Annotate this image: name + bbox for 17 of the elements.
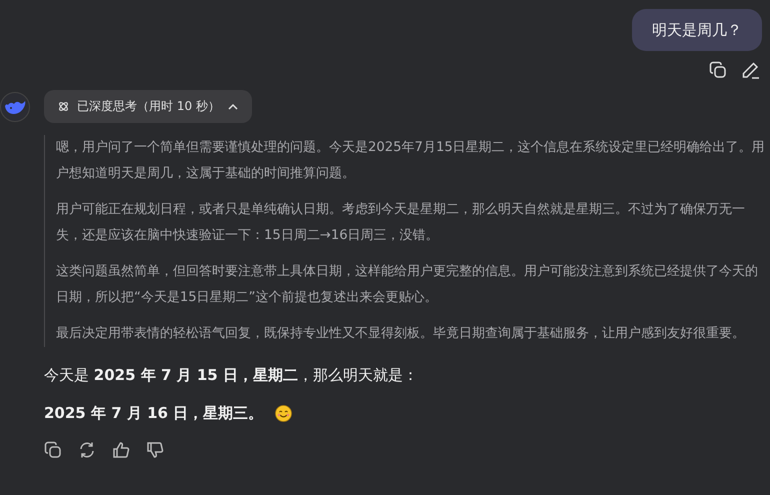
answer-text: 今天是 2025 年 7 月 15 日，星期二，那么明天就是： [44, 365, 419, 386]
thought-paragraph: 嗯，用户问了一个简单但需要谨慎处理的问题。今天是2025年7月15日星期二，这个信息在系统设定里已经明确给出了。用户想知道明天是周几，这属于基础的时间推算问题。 [56, 139, 766, 183]
edit-icon[interactable] [741, 61, 760, 80]
smiley-icon [275, 404, 292, 422]
caret-icon [228, 103, 238, 110]
thought-paragraph: 这类问题虽然简单，但回答时要注意带上具体日期，这样能给用户更完整的信息。用户可能没注意到系统已经提供了今天的日期，所以把“今天是15日星期二”这个前提也复述出来会更贴心。 [56, 263, 759, 307]
thumbs-down-icon[interactable] [146, 441, 164, 459]
answer-text: 2025 年 7 月 16 日，星期三。 [44, 403, 264, 424]
thumbs-up-icon[interactable] [112, 441, 130, 459]
thought-paragraph: 最后决定用带表情的轻松语气回复，既保持专业性又不显得刻板。毕竟日期查询属于基础服务，让用户感到友好很重要。 [56, 325, 746, 343]
atom-icon [58, 101, 69, 112]
thought-paragraph: 用户可能正在规划日程，或者只是单纯确认日期。考虑到今天是星期二，那么明天自然就是星期三。不过为了确保万无一失，还是应该在脑中快速验证一下：15日周二→16日周三，没错。 [56, 201, 746, 245]
copy-icon[interactable] [44, 441, 62, 459]
regenerate-icon[interactable] [78, 441, 96, 459]
user-message: 明天是周几？ [632, 9, 762, 51]
thinking-toggle[interactable]: 已深度思考（用时 10 秒） [44, 90, 252, 123]
copy-icon[interactable] [709, 61, 727, 79]
